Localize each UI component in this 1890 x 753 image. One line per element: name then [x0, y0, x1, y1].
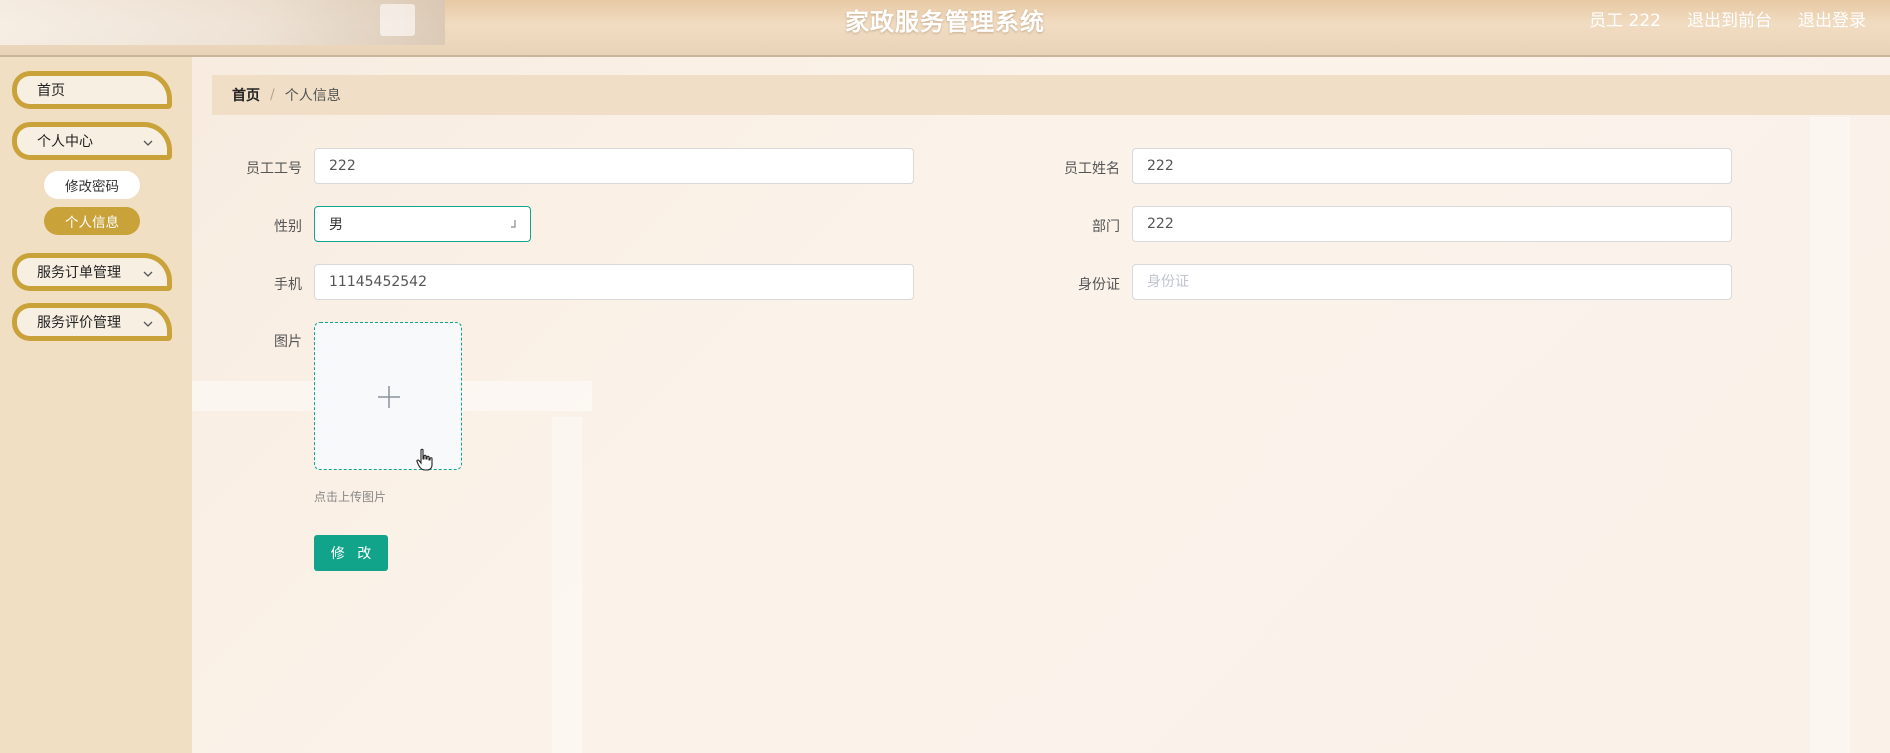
sidebar-item-label: 服务订单管理	[37, 265, 121, 281]
chevron-down-icon	[143, 321, 153, 327]
gender-select-value: 男	[329, 217, 343, 233]
phone-field[interactable]	[314, 264, 914, 300]
department-field[interactable]	[1132, 206, 1732, 242]
main-content: 首页 / 个人信息 员工工号 员工姓名 性别 男 部门 手机 身份证 图片 点击…	[192, 57, 1890, 753]
sidebar-item-label: 服务评价管理	[37, 315, 121, 331]
upload-tip: 点击上传图片	[314, 490, 387, 504]
gender-label: 性别	[274, 219, 302, 235]
breadcrumb-home[interactable]: 首页	[232, 85, 260, 105]
header-user-area: 员工 222 退出到前台 退出登录	[1589, 6, 1866, 31]
sidebar-item-label: 首页	[37, 83, 65, 99]
submenu-item-personal-info[interactable]: 个人信息	[44, 207, 140, 235]
breadcrumb-current: 个人信息	[284, 88, 341, 104]
sidebar-item-personal-center[interactable]: 个人中心	[12, 122, 172, 160]
current-user-label: 员工 222	[1589, 11, 1661, 31]
sidebar: 首页 个人中心 修改密码 个人信息 服务订单管理 服务评价管理	[0, 57, 192, 753]
employee-no-field[interactable]	[314, 148, 914, 184]
top-header: 家政服务管理系统 员工 222 退出到前台 退出登录	[0, 0, 1890, 57]
submenu-item-change-password[interactable]: 修改密码	[44, 171, 140, 199]
sidebar-item-home[interactable]: 首页	[12, 71, 172, 109]
employee-name-field[interactable]	[1132, 148, 1732, 184]
sidebar-item-label: 个人中心	[37, 134, 93, 150]
employee-name-label: 员工姓名	[1064, 161, 1120, 177]
gender-select[interactable]: 男	[314, 206, 531, 242]
employee-no-label: 员工工号	[246, 161, 302, 177]
id-card-field[interactable]	[1132, 264, 1732, 300]
submenu-item-label: 个人信息	[65, 215, 119, 231]
hand-cursor-icon	[416, 448, 433, 471]
breadcrumb: 首页 / 个人信息	[212, 75, 1890, 115]
exit-to-front-link[interactable]: 退出到前台	[1687, 6, 1772, 31]
submenu-item-label: 修改密码	[65, 179, 119, 195]
department-label: 部门	[1092, 219, 1120, 235]
sidebar-item-service-reviews[interactable]: 服务评价管理	[12, 303, 172, 341]
background-decoration	[552, 417, 582, 753]
background-decoration	[1810, 117, 1850, 753]
sidebar-item-service-orders[interactable]: 服务订单管理	[12, 253, 172, 291]
plus-icon	[378, 386, 400, 408]
logout-link[interactable]: 退出登录	[1798, 6, 1866, 31]
select-arrow-icon	[511, 220, 516, 228]
breadcrumb-separator: /	[270, 87, 275, 103]
chevron-down-icon	[143, 140, 153, 146]
submit-button[interactable]: 修 改	[314, 535, 388, 571]
chevron-down-icon	[143, 271, 153, 277]
id-card-label: 身份证	[1078, 277, 1120, 293]
picture-uploader[interactable]	[314, 322, 462, 471]
picture-label: 图片	[274, 334, 302, 350]
phone-label: 手机	[274, 277, 302, 293]
